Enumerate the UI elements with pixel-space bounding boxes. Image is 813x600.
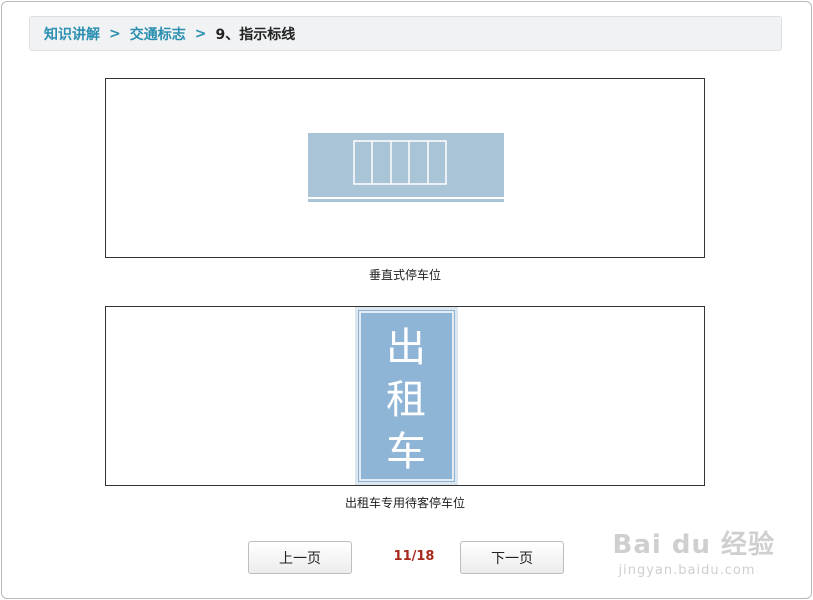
figure-panel-perpendicular-parking [105, 78, 705, 258]
baidu-jingyan-watermark: Bai du 经验 jingyan.baidu.com [613, 524, 776, 578]
sign-char: 出 [386, 325, 426, 371]
breadcrumb-separator-icon: > [194, 25, 207, 42]
breadcrumb-link-traffic-signs[interactable]: 交通标志 [130, 24, 186, 44]
breadcrumb-separator-icon: > [109, 25, 121, 42]
breadcrumb: 知识讲解 > 交通标志 > 9、指示标线 [29, 16, 782, 51]
watermark-url: jingyan.baidu.com [618, 563, 756, 578]
watermark-logo-text: Bai du 经验 [612, 530, 775, 560]
prev-page-button[interactable]: 上一页 [248, 541, 352, 574]
figure-caption: 垂直式停车位 [368, 268, 441, 282]
figure-caption: 出租车专用待客停车位 [344, 496, 465, 510]
breadcrumb-link-knowledge[interactable]: 知识讲解 [44, 24, 100, 44]
breadcrumb-current: 9、指示标线 [215, 26, 296, 43]
next-page-button[interactable]: 下一页 [460, 541, 564, 574]
page-counter: 11/18 [393, 549, 435, 564]
taxi-parking-image: 出 租 车 [355, 307, 458, 485]
sign-char: 车 [386, 429, 426, 475]
sign-char: 租 [386, 377, 426, 423]
perpendicular-parking-image [308, 133, 504, 202]
figure-panel-taxi-parking: 出 租 车 [105, 306, 705, 486]
